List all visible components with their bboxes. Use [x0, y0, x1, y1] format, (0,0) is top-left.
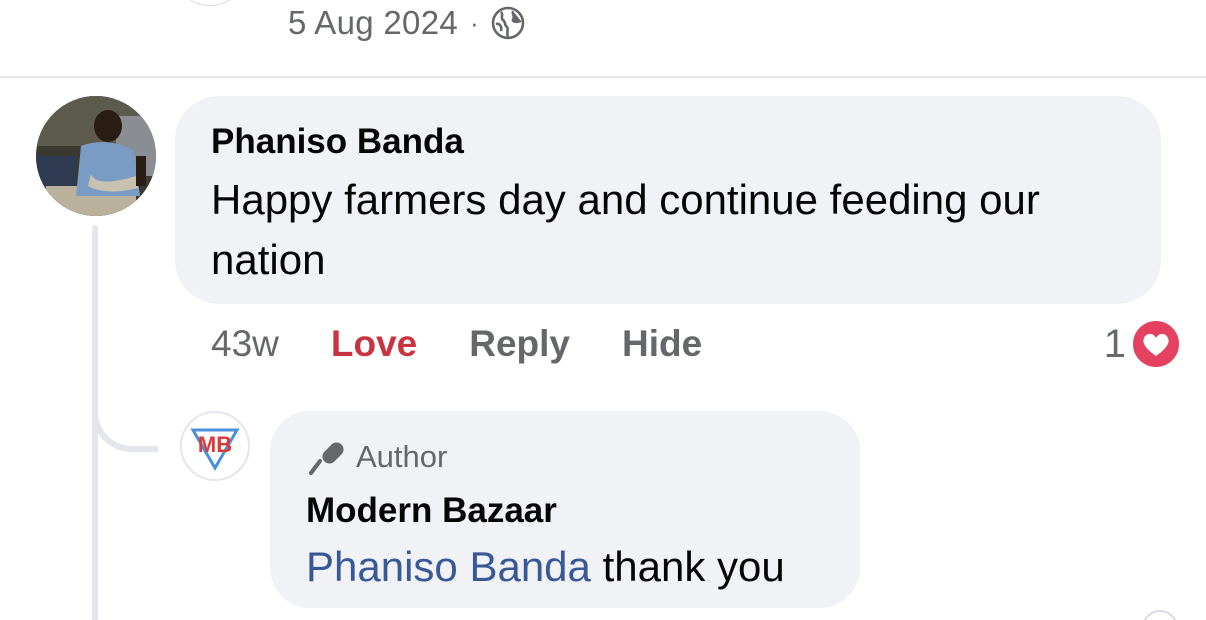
- reply-author[interactable]: Modern Bazaar: [306, 489, 824, 533]
- modern-bazaar-logo: MB: [190, 428, 240, 471]
- hide-button[interactable]: Hide: [622, 323, 702, 365]
- next-avatar-edge: [1142, 610, 1178, 620]
- globe-icon[interactable]: [491, 6, 525, 40]
- section-divider: [0, 76, 1206, 78]
- heart-icon: [1131, 319, 1181, 369]
- thread-connector: [92, 380, 158, 452]
- meta-separator: ·: [470, 7, 479, 38]
- reaction-summary[interactable]: 1: [1104, 318, 1182, 370]
- reply-message: thank you: [590, 543, 785, 590]
- post-date[interactable]: 5 Aug 2024: [288, 4, 458, 42]
- microphone-icon: [309, 442, 344, 475]
- post-author-avatar[interactable]: [172, 0, 248, 6]
- author-badge: Author: [306, 437, 824, 477]
- reply-text: Phaniso Banda thank you: [306, 539, 824, 595]
- reply-button[interactable]: Reply: [469, 323, 570, 365]
- comment-thread-page: 5 Aug 2024 · Phaniso Banda Happy farmers…: [0, 0, 1206, 620]
- comment-text: Happy farmers day and continue feeding o…: [211, 176, 1040, 283]
- page-avatar[interactable]: MB: [180, 411, 250, 481]
- reaction-count: 1: [1103, 321, 1126, 366]
- comment-bubble: Phaniso Banda Happy farmers day and cont…: [175, 96, 1161, 304]
- reply-bubble: Author Modern Bazaar Phaniso Banda thank…: [270, 411, 860, 608]
- commenter-avatar[interactable]: [36, 96, 156, 216]
- comment-actions: 43w Love Reply Hide: [211, 320, 702, 368]
- comment-author[interactable]: Phaniso Banda: [211, 120, 1125, 164]
- love-button[interactable]: Love: [331, 323, 417, 365]
- post-meta: 5 Aug 2024 ·: [288, 4, 525, 42]
- svg-text:MB: MB: [198, 432, 232, 457]
- comment-timestamp[interactable]: 43w: [211, 323, 279, 365]
- author-badge-label: Author: [356, 439, 448, 474]
- mention-link[interactable]: Phaniso Banda: [306, 543, 591, 590]
- commenter-photo: [36, 96, 156, 216]
